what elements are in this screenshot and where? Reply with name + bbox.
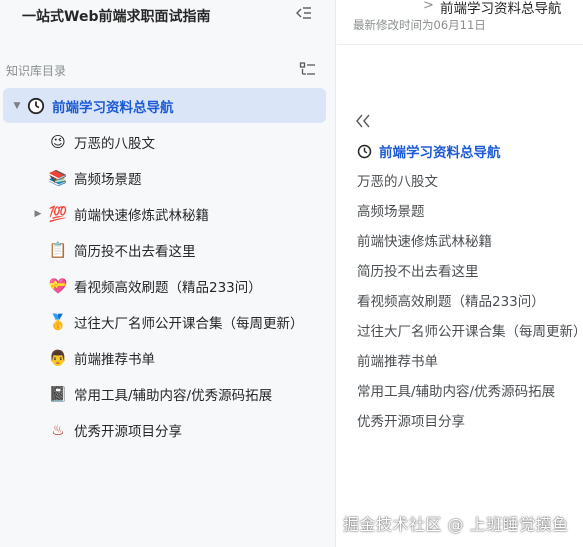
clock-icon [27,97,45,114]
outline-item[interactable]: 简历投不出去看这里 [357,260,479,280]
tree-item-bagu[interactable]: 😉 万恶的八股文 [0,124,336,159]
outline-item[interactable]: 看视频高效刷题（精品233问） [357,290,545,310]
tree-item-label: 优秀开源项目分享 [74,423,182,440]
sidebar: 一站式Web前端求职面试指南 知识库目录 ▼ 前端学习资料总导航 😉 万恶的八股… [0,0,336,547]
outline-item[interactable]: 过往大厂名师公开课合集（每周更新） [357,320,583,340]
tree-item-booklist[interactable]: 👨 前端推荐书单 [0,340,336,375]
reader-icon: 👨 [48,348,68,367]
smile-face-icon: 😉 [50,132,66,151]
tree-item-label: 简历投不出去看这里 [74,243,196,260]
outline-item[interactable]: 万恶的八股文 [357,170,438,190]
tree-item-label: 高频场景题 [74,171,142,188]
tree-item-scenarios[interactable]: 📚 高频场景题 [0,160,336,195]
book-icon: 📚 [48,168,68,187]
tree-item-tools[interactable]: 📓 常用工具/辅助内容/优秀源码拓展 [0,376,336,411]
heart-icon: 💝 [48,276,68,295]
last-modified-text: 最新修改时间为06月11日 [353,18,486,32]
main-content: > 前端学习资料总导航 最新修改时间为06月11日 前端学习资料总导航 万恶的八… [337,0,583,547]
outline-item[interactable]: 优秀开源项目分享 [357,410,465,430]
collapse-sidebar-icon[interactable] [295,5,313,21]
tree-item-lectures[interactable]: 🥇 过往大厂名师公开课合集（每周更新） [0,304,336,339]
breadcrumb-title[interactable]: 前端学习资料总导航 [440,0,562,17]
tree-item-label: 前端学习资料总导航 [52,99,174,116]
outline-heading-label: 前端学习资料总导航 [379,145,501,161]
hundred-points-icon: 💯 [48,204,68,223]
tree-item-navigation[interactable]: ▼ 前端学习资料总导航 [3,88,326,123]
expanded-caret-icon[interactable]: ▼ [12,101,22,111]
header-divider [337,44,583,45]
outline-heading[interactable]: 前端学习资料总导航 [357,141,501,161]
tree-item-label: 过往大厂名师公开课合集（每周更新） [74,315,304,332]
tree-item-label: 前端快速修炼武林秘籍 [74,207,209,224]
medal-icon: 🥇 [48,312,68,331]
notebook-icon: 📓 [48,384,68,403]
double-chevron-left-icon[interactable] [355,113,371,129]
tree-item-label: 前端推荐书单 [74,351,155,368]
tree-item-label: 常用工具/辅助内容/优秀源码拓展 [74,387,273,404]
watermark: 掘金技术社区 @ 上班睡觉摸鱼 [343,515,569,534]
tree-item-label: 看视频高效刷题（精品233问） [74,279,262,296]
hot-springs-icon: ♨ [51,420,65,439]
tree-item-resume[interactable]: 📋 简历投不出去看这里 [0,232,336,267]
toc-label: 知识库目录 [6,64,67,78]
breadcrumb-separator: > [423,0,434,13]
app-window: 一站式Web前端求职面试指南 知识库目录 ▼ 前端学习资料总导航 😉 万恶的八股… [0,0,583,547]
collapsed-caret-icon[interactable]: ▶ [33,209,43,219]
outline-item[interactable]: 高频场景题 [357,200,425,220]
list-view-icon[interactable] [299,61,317,77]
tree-item-secrets[interactable]: ▶ 💯 前端快速修炼武林秘籍 [0,196,336,231]
outline-item[interactable]: 常用工具/辅助内容/优秀源码拓展 [357,380,555,400]
outline-item[interactable]: 前端推荐书单 [357,350,438,370]
book-title: 一站式Web前端求职面试指南 [22,9,211,25]
outline-item[interactable]: 前端快速修炼武林秘籍 [357,230,492,250]
clipboard-icon: 📋 [48,240,68,259]
tree-item-videos[interactable]: 💝 看视频高效刷题（精品233问） [0,268,336,303]
tree-item-label: 万恶的八股文 [74,135,155,152]
tree-item-opensource[interactable]: ♨ 优秀开源项目分享 [0,412,336,447]
clock-icon [357,144,372,158]
